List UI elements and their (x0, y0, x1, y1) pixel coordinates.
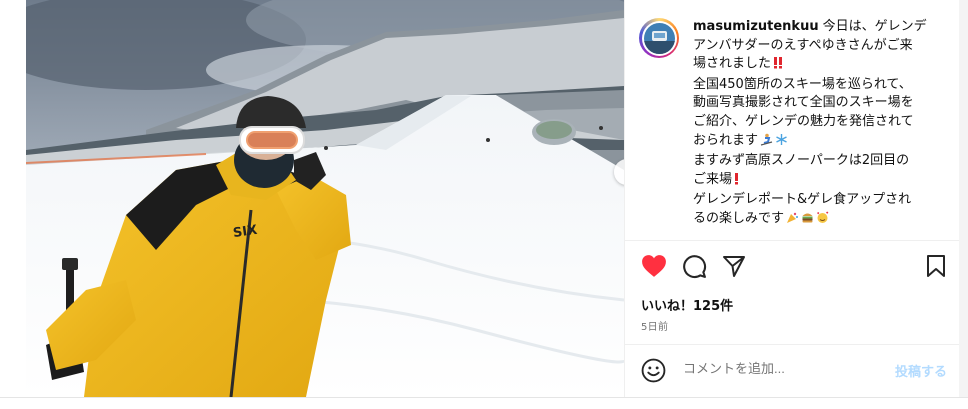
caption-line: ますみず高原スノーパークは2回目の (693, 153, 910, 169)
party-popper-icon (786, 211, 799, 231)
caption-line: 動画写真撮影されて全国のスキー場を (693, 95, 914, 111)
share-button[interactable] (722, 254, 746, 282)
comment-icon (683, 255, 707, 279)
avatar-image (643, 22, 675, 54)
heart-filled-icon (642, 255, 666, 277)
caption-line: 全国450箇所のスキー場を巡られて、 (693, 76, 912, 92)
divider (625, 344, 960, 345)
paper-plane-icon (723, 256, 745, 277)
caption-line: るの楽しみです (693, 210, 785, 226)
save-button[interactable] (925, 254, 947, 282)
like-button[interactable] (641, 254, 667, 282)
comment-bar: 投稿する (641, 356, 949, 386)
emoji-button[interactable] (641, 358, 666, 387)
caption-line: おられます (693, 132, 759, 148)
post-photo[interactable]: SIX (26, 0, 624, 397)
skier-icon (760, 133, 773, 153)
caption-line: 今日は、ゲレンデ (822, 19, 927, 34)
snowflake-icon (775, 133, 788, 153)
burger-icon (801, 211, 814, 231)
caption-line: ご紹介、ゲレンデの魅力を発信されて (693, 113, 914, 129)
smiley-icon (641, 358, 666, 383)
divider (625, 240, 960, 241)
caption-line: アンバサダーのえすぺゆきさんがご来 (693, 37, 913, 53)
instagram-post-modal: SIX masumizutenkuu 今日は、ゲレンデ アンバサダーのえすぺゆき… (0, 0, 968, 409)
post-comment-button[interactable]: 投稿する (895, 361, 947, 380)
divider (0, 397, 968, 398)
exclamation-icon (734, 172, 739, 192)
caption-line: 場されました (693, 56, 772, 72)
bookmark-icon (927, 255, 945, 277)
double-exclamation-icon (773, 56, 783, 76)
scrollbar[interactable] (959, 0, 968, 397)
post-details-panel: masumizutenkuu 今日は、ゲレンデ アンバサダーのえすぺゆきさんがご来… (624, 0, 960, 397)
username-link[interactable]: masumizutenkuu (693, 19, 819, 34)
like-count[interactable]: いいね！125件 (641, 295, 733, 314)
post-date[interactable]: 5日前 (641, 318, 668, 333)
smiling-hearts-icon (816, 211, 829, 231)
comment-input[interactable] (683, 361, 873, 376)
caption-block: masumizutenkuu 今日は、ゲレンデ アンバサダーのえすぺゆきさんがご来… (639, 18, 957, 231)
page-gutter (0, 0, 26, 409)
post-actions (641, 254, 949, 280)
avatar[interactable] (639, 18, 679, 58)
caption-line: ゲレンデレポート&ゲレ食アップされ (693, 192, 912, 208)
ski-slope-photo: SIX (26, 0, 624, 397)
caption-text: masumizutenkuu 今日は、ゲレンデ アンバサダーのえすぺゆきさんがご来… (693, 18, 953, 231)
caption-line: ご来場 (693, 171, 733, 187)
comment-button[interactable] (682, 254, 707, 283)
